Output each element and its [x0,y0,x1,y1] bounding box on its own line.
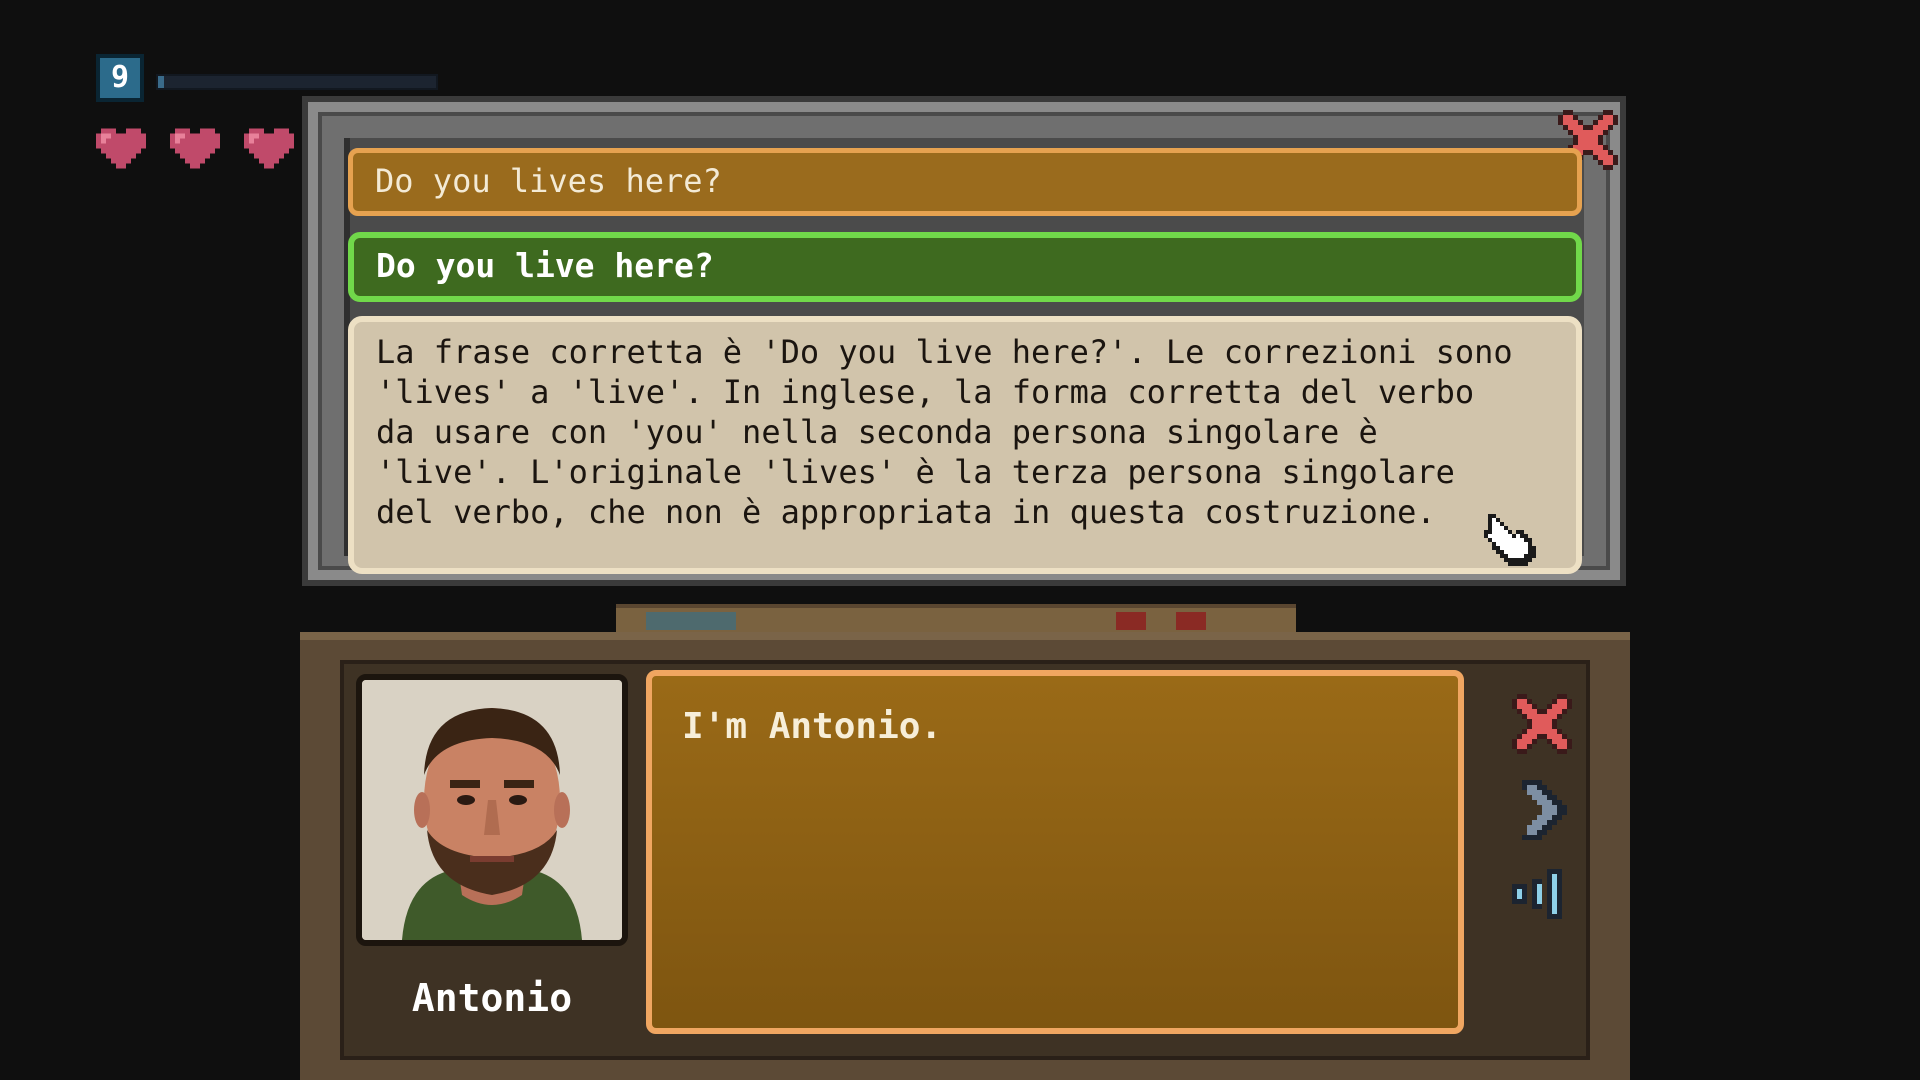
health-hearts [96,126,294,176]
hand-cursor-icon [1480,506,1544,570]
speaker-volume-icon[interactable] [1512,864,1572,924]
speech-text: I'm Antonio. [682,706,943,747]
explanation-text: La frase corretta è 'Do you live here?'.… [348,316,1582,574]
scene-object [1116,612,1146,630]
speaker-name: Antonio [411,976,573,1020]
level-badge: 9 [96,54,144,102]
heart-icon [170,126,220,176]
scene-object [1176,612,1206,630]
original-sentence-row[interactable]: Do you lives here? [348,148,1582,216]
xp-bar-fill [158,76,164,88]
heart-icon [244,126,294,176]
scene-object [646,612,736,630]
heart-icon [96,126,146,176]
next-arrow-icon[interactable] [1512,780,1572,840]
xp-bar [156,74,438,90]
corrected-sentence-row[interactable]: Do you live here? [348,232,1582,302]
speaker-portrait [356,674,628,946]
dialog-close-icon[interactable] [1512,694,1572,754]
